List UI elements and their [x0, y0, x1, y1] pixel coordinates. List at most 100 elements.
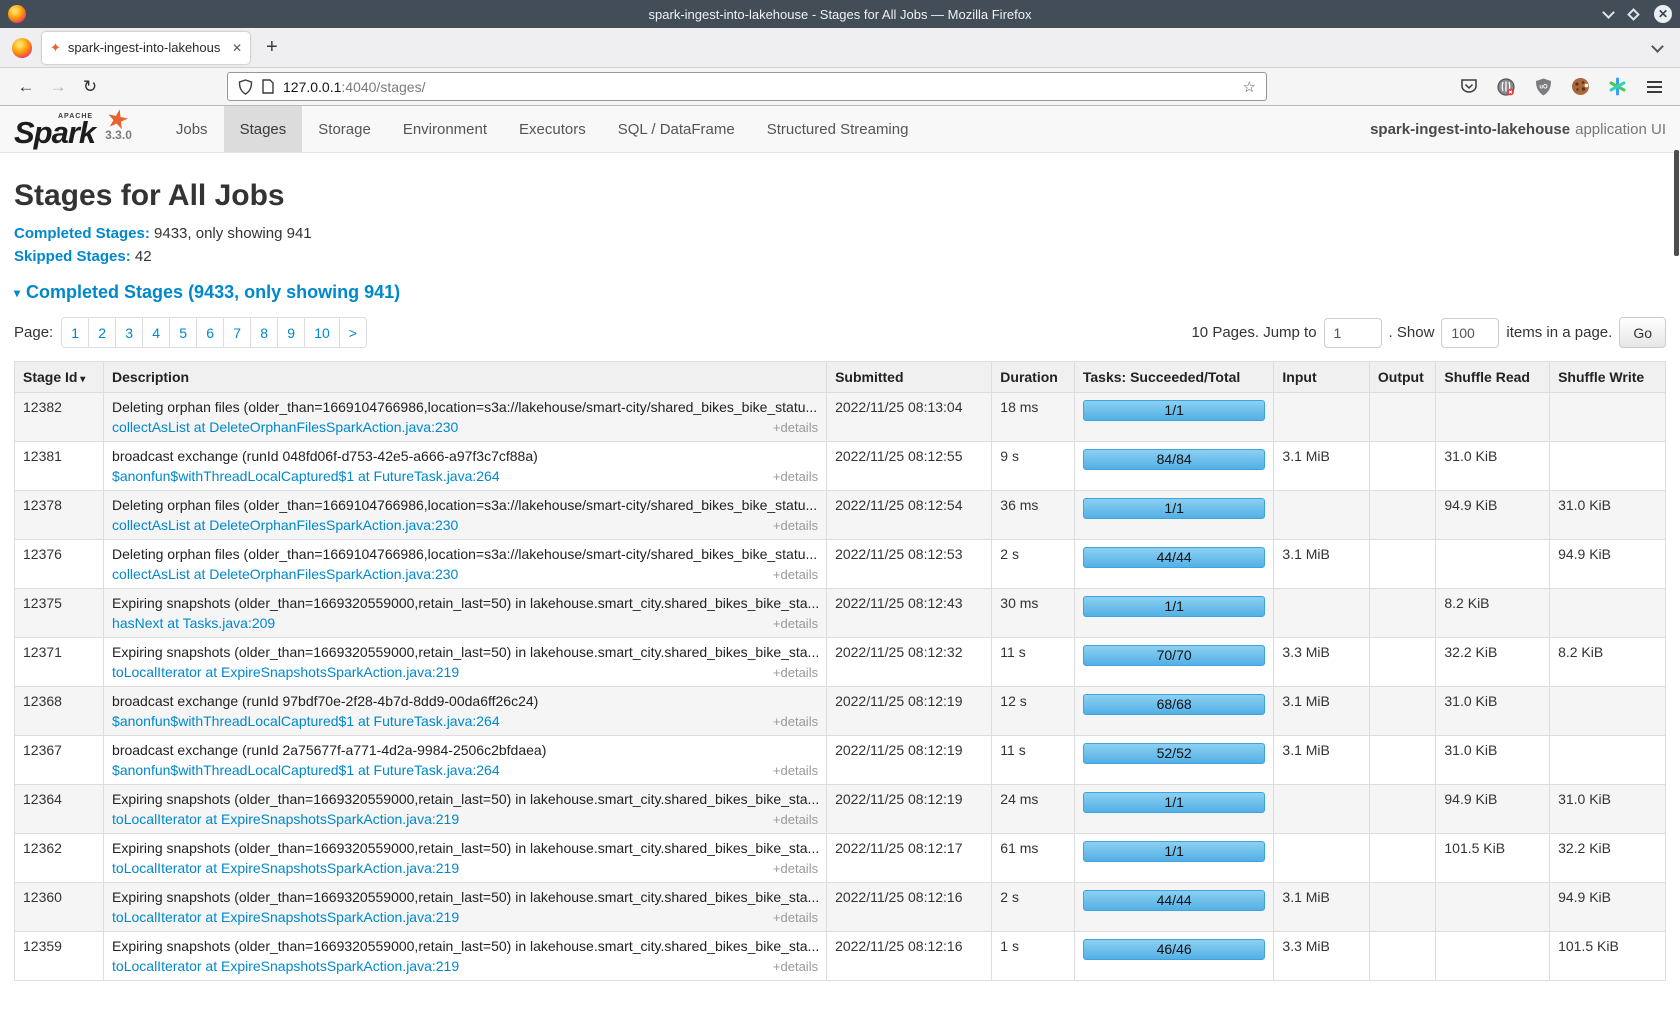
output-cell [1369, 785, 1436, 834]
jump-to-page-input[interactable] [1324, 318, 1382, 348]
pocket-icon[interactable] [1459, 77, 1479, 97]
stage-callsite-link[interactable]: collectAsList at DeleteOrphanFilesSparkA… [112, 419, 458, 435]
column-header-shuffle-read[interactable]: Shuffle Read [1436, 362, 1550, 393]
ublock-icon[interactable]: uO [1533, 77, 1553, 97]
details-toggle[interactable]: +details [773, 861, 818, 876]
column-header-stage-id[interactable]: Stage Id ▾ [15, 362, 104, 393]
details-toggle[interactable]: +details [773, 714, 818, 729]
maximize-icon[interactable] [1627, 8, 1640, 21]
stage-callsite-link[interactable]: toLocalIterator at ExpireSnapshotsSparkA… [112, 958, 459, 974]
url-bar[interactable]: 127.0.0.1:4040/stages/ ☆ [227, 72, 1267, 101]
column-header-output[interactable]: Output [1369, 362, 1436, 393]
spark-logo[interactable]: APACHE Spark ★ 3.3.0 [0, 106, 142, 152]
spark-tab-jobs[interactable]: Jobs [160, 106, 224, 152]
column-header-shuffle-write[interactable]: Shuffle Write [1550, 362, 1666, 393]
minimize-icon[interactable] [1602, 6, 1615, 19]
stage-callsite-link[interactable]: collectAsList at DeleteOrphanFilesSparkA… [112, 566, 458, 582]
completed-stages-section-toggle[interactable]: ▾ Completed Stages (9433, only showing 9… [14, 282, 1666, 303]
tab-close-icon[interactable]: ✕ [232, 41, 242, 55]
page-button-10[interactable]: 10 [304, 317, 340, 348]
shuffle-read-cell: 101.5 KiB [1436, 834, 1550, 883]
shuffle-write-cell [1550, 442, 1666, 491]
stage-callsite-link[interactable]: toLocalIterator at ExpireSnapshotsSparkA… [112, 860, 459, 876]
back-button[interactable]: ← [10, 77, 42, 97]
details-toggle[interactable]: +details [773, 567, 818, 582]
submitted-cell: 2022/11/25 08:12:32 [827, 638, 992, 687]
details-toggle[interactable]: +details [773, 469, 818, 484]
spark-tab-structured-streaming[interactable]: Structured Streaming [751, 106, 925, 152]
page-button-6[interactable]: 6 [196, 317, 224, 348]
stage-callsite-link[interactable]: $anonfun$withThreadLocalCaptured$1 at Fu… [112, 468, 500, 484]
tasks-progress-cell: 52/52 [1074, 736, 1274, 785]
page-button-5[interactable]: 5 [169, 317, 197, 348]
spark-tab-storage[interactable]: Storage [302, 106, 387, 152]
stages-table: Stage Id ▾DescriptionSubmittedDurationTa… [14, 361, 1666, 981]
list-tabs-chevron-icon[interactable] [1651, 40, 1664, 53]
tracking-protection-shield-icon[interactable] [238, 79, 253, 95]
stage-description: Deleting orphan files (older_than=166910… [112, 546, 818, 562]
submitted-cell: 2022/11/25 08:12:19 [827, 687, 992, 736]
pinwheel-extension-icon[interactable] [1607, 77, 1627, 97]
shuffle-write-cell: 31.0 KiB [1550, 491, 1666, 540]
page-button-7[interactable]: 7 [223, 317, 251, 348]
details-toggle[interactable]: +details [773, 959, 818, 974]
spark-tab-stages[interactable]: Stages [224, 106, 303, 152]
description-cell: broadcast exchange (runId 2a75677f-a771-… [104, 736, 827, 785]
page-info-icon[interactable] [262, 79, 274, 94]
stage-callsite-link[interactable]: toLocalIterator at ExpireSnapshotsSparkA… [112, 664, 459, 680]
details-toggle[interactable]: +details [773, 420, 818, 435]
page-button-9[interactable]: 9 [277, 317, 305, 348]
spark-tab-executors[interactable]: Executors [503, 106, 602, 152]
page-button-1[interactable]: 1 [61, 317, 89, 348]
page-button-4[interactable]: 4 [142, 317, 170, 348]
reload-button[interactable]: ↻ [74, 77, 106, 97]
duration-cell: 36 ms [992, 491, 1075, 540]
stage-callsite-link[interactable]: hasNext at Tasks.java:209 [112, 615, 275, 631]
next-page-button[interactable]: > [339, 317, 367, 348]
stage-description: Expiring snapshots (older_than=166932055… [112, 595, 818, 611]
description-cell: broadcast exchange (runId 97bdf70e-2f28-… [104, 687, 827, 736]
firefox-app-icon[interactable] [12, 38, 32, 58]
stage-description: Expiring snapshots (older_than=166932055… [112, 791, 818, 807]
stage-callsite-link[interactable]: collectAsList at DeleteOrphanFilesSparkA… [112, 517, 458, 533]
stage-callsite-link[interactable]: toLocalIterator at ExpireSnapshotsSparkA… [112, 811, 459, 827]
page-button-3[interactable]: 3 [115, 317, 143, 348]
cookie-icon[interactable] [1570, 77, 1590, 97]
show-label: . Show [1389, 324, 1435, 341]
window-close-icon[interactable]: ✕ [1654, 5, 1672, 23]
shuffle-read-cell: 94.9 KiB [1436, 491, 1550, 540]
details-toggle[interactable]: +details [773, 518, 818, 533]
column-header-tasks-succeeded-total[interactable]: Tasks: Succeeded/Total [1074, 362, 1274, 393]
stage-callsite-link[interactable]: toLocalIterator at ExpireSnapshotsSparkA… [112, 909, 459, 925]
stage-id-cell: 12359 [15, 932, 104, 981]
details-toggle[interactable]: +details [773, 616, 818, 631]
skipped-stages-line: Skipped Stages: 42 [14, 248, 1666, 265]
bookmark-star-icon[interactable]: ☆ [1243, 78, 1256, 96]
page-button-2[interactable]: 2 [88, 317, 116, 348]
column-header-submitted[interactable]: Submitted [827, 362, 992, 393]
stage-id-cell: 12381 [15, 442, 104, 491]
new-tab-button[interactable]: + [266, 36, 278, 59]
go-button[interactable]: Go [1619, 317, 1666, 348]
details-toggle[interactable]: +details [773, 665, 818, 680]
forward-button[interactable]: → [42, 77, 74, 97]
containers-icon[interactable] [1496, 77, 1516, 97]
column-header-duration[interactable]: Duration [992, 362, 1075, 393]
details-toggle[interactable]: +details [773, 812, 818, 827]
column-header-input[interactable]: Input [1274, 362, 1369, 393]
stage-callsite-link[interactable]: $anonfun$withThreadLocalCaptured$1 at Fu… [112, 713, 500, 729]
stage-callsite-link[interactable]: $anonfun$withThreadLocalCaptured$1 at Fu… [112, 762, 500, 778]
details-toggle[interactable]: +details [773, 763, 818, 778]
tasks-progress-bar: 1/1 [1083, 400, 1266, 421]
tasks-progress-bar: 1/1 [1083, 792, 1266, 813]
items-per-page-input[interactable] [1441, 318, 1499, 348]
menu-icon[interactable] [1644, 77, 1664, 97]
details-toggle[interactable]: +details [773, 910, 818, 925]
page-button-8[interactable]: 8 [250, 317, 278, 348]
browser-tab[interactable]: ✦ spark-ingest-into-lakehous ✕ [42, 32, 250, 64]
stage-description: Deleting orphan files (older_than=166910… [112, 399, 818, 415]
page-scrollbar-thumb[interactable] [1674, 150, 1679, 256]
spark-tab-environment[interactable]: Environment [387, 106, 503, 152]
column-header-description[interactable]: Description [104, 362, 827, 393]
spark-tab-sql-dataframe[interactable]: SQL / DataFrame [602, 106, 751, 152]
